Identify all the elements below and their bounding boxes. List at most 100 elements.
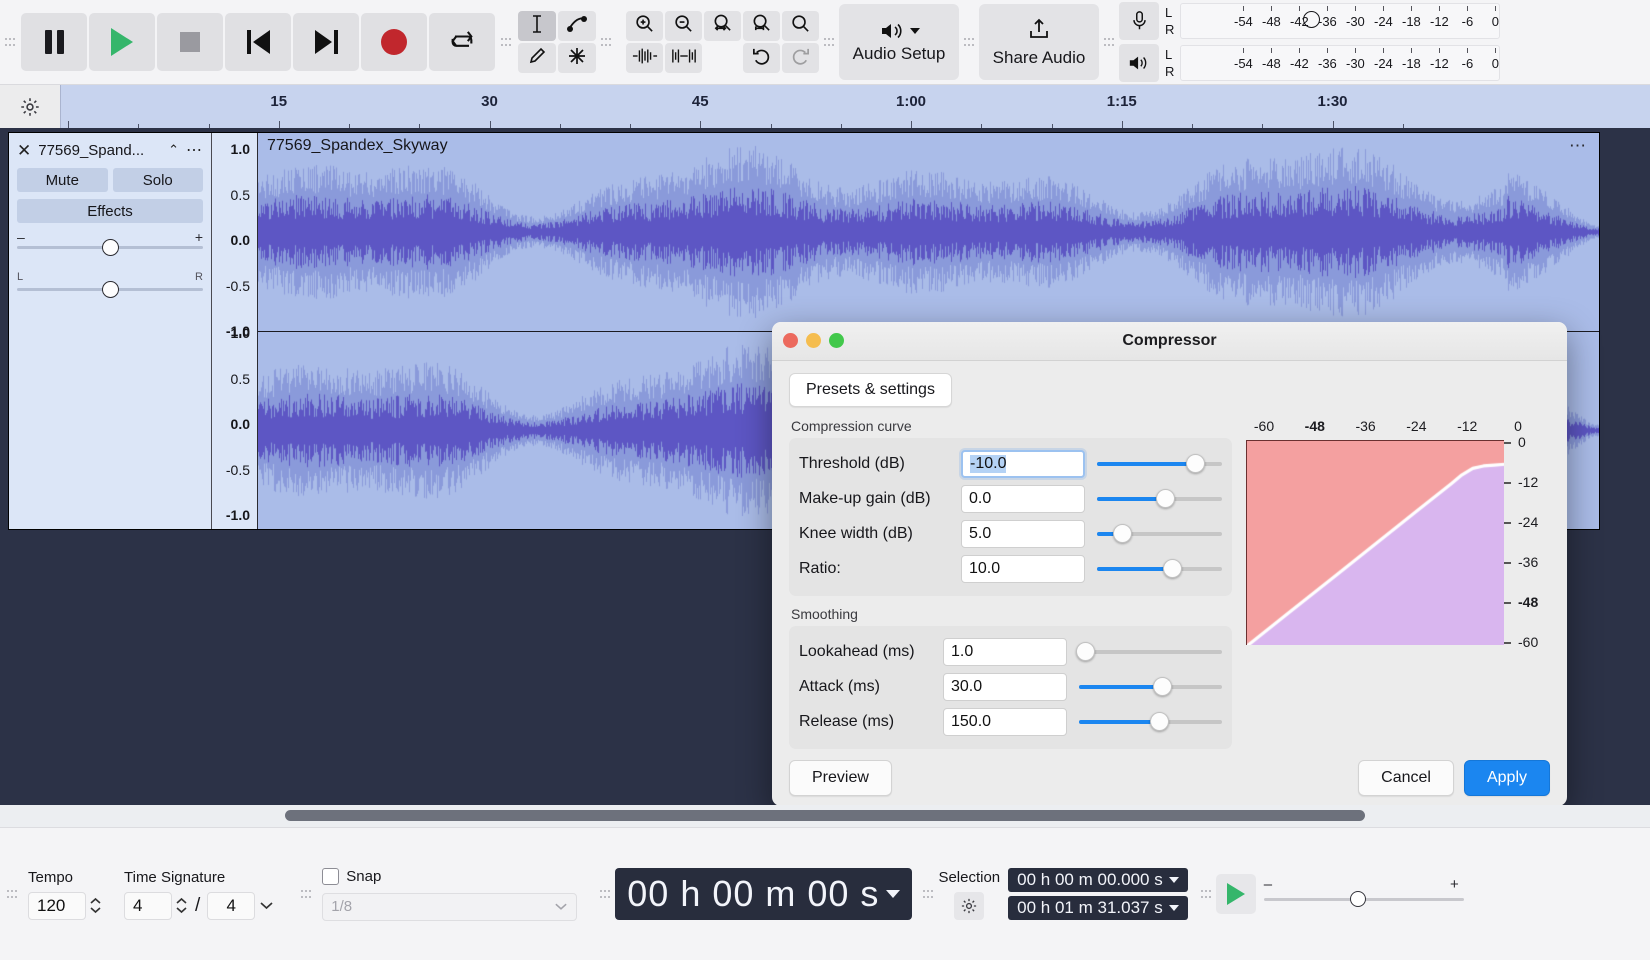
stop-button[interactable] [157, 13, 223, 71]
playback-speaker-icon[interactable] [1119, 44, 1159, 82]
parameter-slider[interactable] [1079, 708, 1222, 736]
snap-toolbar-grip[interactable] [300, 873, 312, 915]
undo-button[interactable] [743, 43, 780, 73]
horizontal-scrollbar[interactable] [285, 810, 1365, 821]
parameter-slider[interactable] [1097, 520, 1222, 548]
trim-audio-button[interactable] [626, 43, 663, 73]
parameter-slider[interactable] [1075, 638, 1222, 666]
play-speed-knob[interactable] [1349, 891, 1366, 907]
parameter-slider[interactable] [1097, 555, 1222, 583]
transport-toolbar-grip[interactable] [4, 21, 16, 63]
mute-button[interactable]: Mute [17, 168, 108, 192]
cancel-button[interactable]: Cancel [1358, 760, 1454, 796]
gain-slider-thumb[interactable] [102, 239, 119, 256]
time-signature-numerator[interactable]: 4 [124, 891, 172, 920]
play-speed-slider[interactable]: – + [1263, 876, 1464, 912]
dialog-titlebar[interactable]: Compressor [772, 322, 1567, 361]
selection-toolbar-grip[interactable] [922, 873, 934, 915]
timeline-options-icon[interactable] [0, 85, 60, 128]
skip-to-start-button[interactable] [225, 13, 291, 71]
chevron-up-icon[interactable]: ⌃ [168, 142, 179, 158]
edit-toolbar-grip[interactable] [600, 21, 612, 63]
parameter-input[interactable]: -10.0 [961, 449, 1085, 478]
meter-toolbar-grip[interactable] [1103, 21, 1115, 63]
slider-knob[interactable] [1185, 454, 1205, 473]
numerator-stepper-arrows[interactable] [175, 897, 188, 914]
slider-knob[interactable] [1152, 677, 1172, 696]
chevron-down-icon[interactable] [1168, 905, 1179, 911]
timeline-ruler[interactable]: 15 30 45 1:00 1:15 1:30 [60, 85, 1650, 128]
track-title[interactable]: 77569_Spand... [38, 142, 161, 159]
playback-meter-scale[interactable]: -54 -48 -42 -36 -30 -24 -18 -12 -6 0 [1180, 45, 1501, 81]
slider-knob[interactable] [1075, 642, 1095, 661]
selection-end-time[interactable]: 00 h 01 m 31.037 s [1008, 896, 1188, 920]
multi-tool-button[interactable] [558, 43, 596, 73]
zoom-out-button[interactable] [665, 11, 702, 41]
track-pan-slider[interactable]: L R [17, 271, 203, 299]
time-signature-denominator-select[interactable]: 4 [207, 891, 274, 920]
record-button[interactable] [361, 13, 427, 71]
effects-button[interactable]: Effects [17, 199, 203, 223]
slider-knob[interactable] [1113, 524, 1132, 543]
time-format-chevron-icon[interactable] [886, 890, 901, 898]
pause-button[interactable] [21, 13, 87, 71]
redo-button[interactable] [782, 43, 819, 73]
selection-tool-button[interactable] [518, 11, 556, 41]
draw-tool-button[interactable] [518, 43, 556, 73]
track-menu-icon[interactable]: ⋯ [186, 140, 203, 160]
skip-to-end-button[interactable] [293, 13, 359, 71]
time-display[interactable]: 00 h 00 m 00 s [615, 868, 913, 920]
time-signature-numerator-stepper[interactable]: 4 [124, 891, 188, 920]
fit-project-button[interactable] [743, 11, 780, 41]
clip-menu-icon[interactable]: ⋯ [1569, 136, 1587, 156]
loop-button[interactable] [429, 13, 495, 71]
selection-settings-icon[interactable] [954, 891, 985, 920]
share-audio-grip[interactable] [963, 21, 975, 63]
play-button[interactable] [89, 13, 155, 71]
time-signature-toolbar-grip[interactable] [6, 873, 18, 915]
chevron-down-icon[interactable] [1168, 877, 1179, 883]
track-gain-slider[interactable]: – + [17, 229, 203, 257]
chevron-down-icon[interactable] [259, 897, 274, 915]
parameter-input[interactable]: 0.0 [961, 484, 1085, 513]
time-signature-denominator[interactable]: 4 [207, 891, 256, 920]
parameter-input[interactable]: 1.0 [943, 637, 1067, 666]
apply-button[interactable]: Apply [1463, 760, 1550, 796]
parameter-slider[interactable] [1079, 673, 1222, 701]
slider-knob[interactable] [1150, 712, 1170, 731]
parameter-input[interactable]: 5.0 [961, 519, 1085, 548]
zoom-in-button[interactable] [626, 11, 663, 41]
presets-settings-button[interactable]: Presets & settings [789, 373, 952, 407]
parameter-slider[interactable] [1097, 450, 1222, 478]
parameter-input[interactable]: 30.0 [943, 672, 1067, 701]
solo-button[interactable]: Solo [112, 168, 203, 192]
play-speed-grip[interactable] [1200, 873, 1212, 915]
zoom-toggle-button[interactable] [782, 11, 819, 41]
playback-meter[interactable]: L R -54 -48 -42 -36 -30 -24 -18 -12 -6 0 [1119, 44, 1501, 82]
close-track-icon[interactable]: ✕ [17, 142, 31, 159]
slider-knob[interactable] [1163, 559, 1182, 578]
preview-button[interactable]: Preview [789, 760, 892, 796]
audio-setup-grip[interactable] [823, 21, 835, 63]
parameter-slider[interactable] [1097, 485, 1222, 513]
tempo-value[interactable]: 120 [28, 891, 86, 920]
pan-slider-thumb[interactable] [102, 281, 119, 298]
tempo-stepper[interactable]: 120 [28, 891, 102, 920]
silence-audio-button[interactable] [665, 43, 702, 73]
microphone-icon[interactable] [1119, 2, 1159, 40]
play-at-speed-button[interactable] [1215, 874, 1256, 914]
recording-meter[interactable]: L R -54 -48 -42 -36 -30 -24 -18 -12 -6 0 [1119, 2, 1501, 40]
envelope-tool-button[interactable] [558, 11, 596, 41]
parameter-input[interactable]: 10.0 [961, 554, 1085, 583]
audio-setup-button[interactable]: Audio Setup [839, 4, 959, 80]
recording-meter-scale[interactable]: -54 -48 -42 -36 -30 -24 -18 -12 -6 0 [1180, 3, 1501, 39]
time-toolbar-grip[interactable] [599, 873, 611, 915]
selection-start-time[interactable]: 00 h 00 m 00.000 s [1008, 868, 1188, 892]
fit-selection-button[interactable] [704, 11, 741, 41]
share-audio-button[interactable]: Share Audio [979, 4, 1099, 80]
tempo-stepper-arrows[interactable] [89, 897, 102, 914]
snap-checkbox[interactable] [322, 867, 340, 885]
snap-value-select[interactable]: 1/8 [322, 892, 578, 921]
parameter-input[interactable]: 150.0 [943, 707, 1067, 736]
slider-knob[interactable] [1155, 489, 1175, 508]
